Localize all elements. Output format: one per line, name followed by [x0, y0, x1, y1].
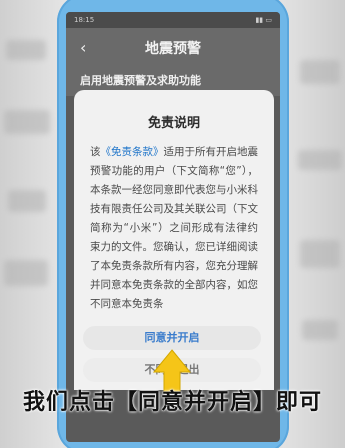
background-blur-block: [302, 320, 338, 340]
background-blur-block: [300, 60, 340, 84]
page-title: 地震预警: [145, 41, 201, 57]
terms-link[interactable]: 《免责条款》: [101, 146, 164, 158]
header-bar: ‹ 地震预警: [66, 28, 280, 68]
caption-text: 我们点击【同意并开启】即可: [22, 390, 322, 415]
dialog-body: 该《免责条款》适用于所有开启地震预警功能的用户（下文简称“您”），本条款一经您同…: [90, 143, 258, 314]
back-arrow-icon[interactable]: ‹: [80, 38, 86, 57]
dialog-title: 免责说明: [147, 116, 200, 131]
background-blur-block: [6, 40, 46, 60]
background-blur-block: [4, 110, 50, 134]
status-bar: 18:15 ▮▮ ▭: [66, 12, 280, 28]
background-blur-block: [4, 260, 48, 286]
agree-and-enable-button[interactable]: 同意并开启: [83, 326, 261, 350]
body-text: 适用于所有开启地震预警功能的用户（下文简称“您”），本条款一经您同意即代表您与小…: [90, 146, 258, 310]
background-blur-block: [300, 240, 340, 268]
status-time: 18:15: [74, 16, 95, 24]
status-icons: ▮▮ ▭: [255, 16, 272, 24]
background-blur-block: [298, 150, 342, 170]
background-blur-block: [8, 190, 46, 212]
body-prefix: 该: [90, 146, 101, 158]
